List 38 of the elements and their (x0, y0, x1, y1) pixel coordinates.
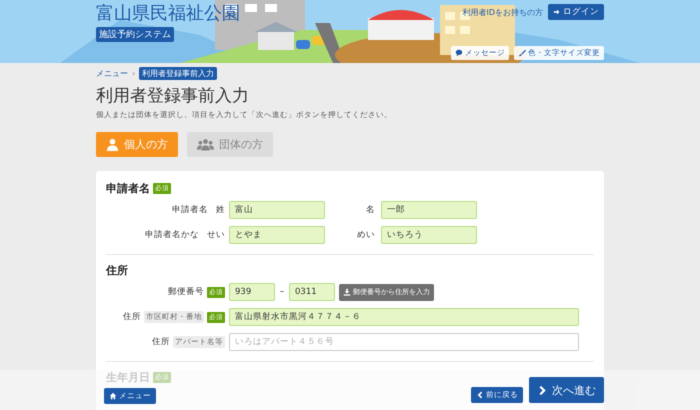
field-sublabel: せい (207, 229, 225, 241)
chevron-left-icon (476, 391, 484, 399)
chevron-right-icon (537, 384, 548, 396)
text-input-field[interactable]: 富山 (229, 201, 325, 219)
login-button[interactable]: ログイン (548, 4, 604, 20)
section-heading: 住所 (106, 263, 128, 278)
speech-bubble-icon (455, 49, 463, 57)
section-heading: 申請者名 (106, 181, 150, 196)
site-title[interactable]: 富山県民福祉公園 (96, 3, 240, 25)
field-label: 名 (366, 205, 375, 215)
address-input-field[interactable]: 富山県射水市黒河４７７４－６ (229, 308, 579, 326)
home-icon (109, 392, 117, 400)
field-label: 住所 (123, 311, 141, 323)
field-label: 郵便番号 (168, 286, 204, 298)
text-input-field[interactable]: いちろう (381, 226, 477, 244)
postal-code-field[interactable]: 939 (229, 283, 275, 301)
text-input-field[interactable]: とやま (229, 226, 325, 244)
sign-in-icon (553, 8, 561, 16)
field-label: めい (357, 230, 375, 240)
address-input-field[interactable]: いろはアパート４５６号 (229, 333, 579, 351)
breadcrumb-item: 利用者登録事前入力 (139, 67, 218, 80)
system-name-label: 施設予約システム (96, 27, 174, 42)
field-label: 申請者名かな (145, 229, 199, 241)
brush-icon (518, 49, 526, 57)
login-prompt-text: 利用者IDをお持ちの方 (462, 6, 543, 18)
field-sublabel: 姓 (216, 204, 225, 216)
group-icon (197, 138, 214, 151)
field-label: 申請者名 (172, 204, 208, 216)
breadcrumb-item[interactable]: メニュー (96, 68, 128, 79)
dash-separator: – (278, 287, 286, 297)
download-icon (343, 288, 351, 296)
breadcrumb-chevron-icon: › (132, 69, 136, 78)
field-label: 住所 (152, 336, 170, 348)
postal-code-field[interactable]: 0311 (289, 283, 335, 301)
person-icon (106, 138, 119, 151)
page-title: 利用者登録事前入力 (96, 85, 250, 107)
next-button[interactable]: 次へ進む (529, 377, 604, 403)
text-input-field[interactable]: 一郎 (381, 201, 477, 219)
